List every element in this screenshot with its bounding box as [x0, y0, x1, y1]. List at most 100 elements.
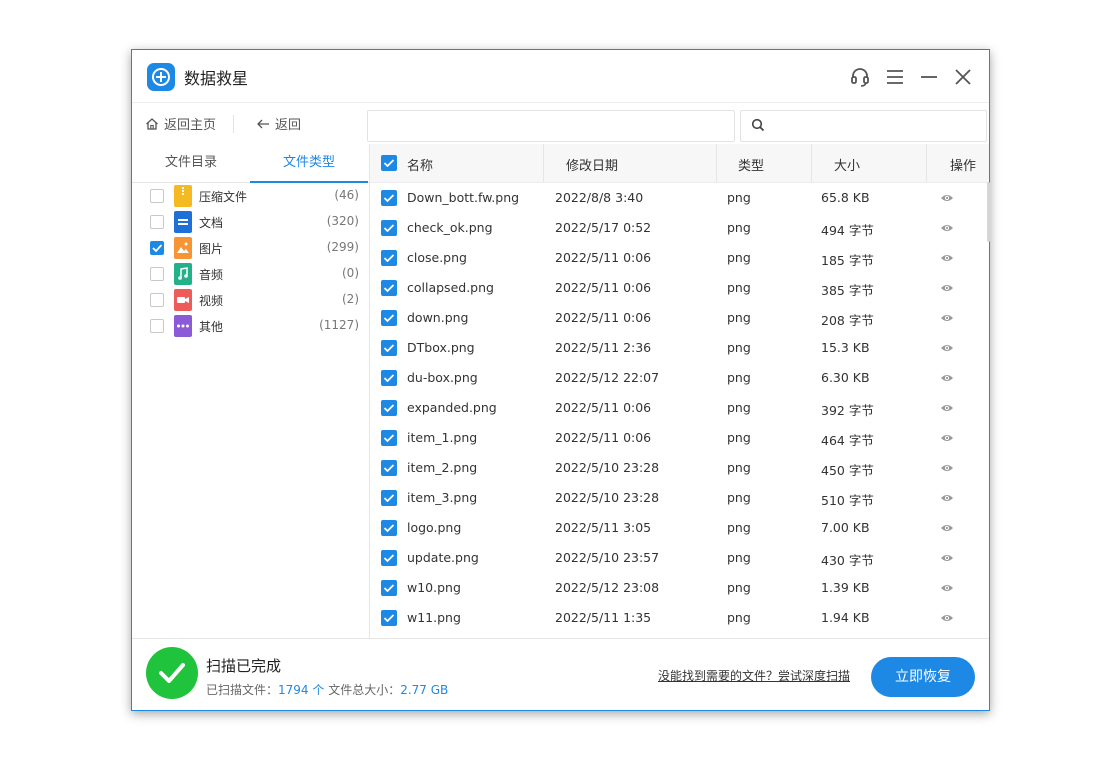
- table-row[interactable]: DTbox.png 2022/5/11 2:36 png 15.3 KB: [370, 333, 989, 363]
- preview-eye-icon[interactable]: [940, 583, 954, 593]
- file-type: png: [727, 340, 751, 355]
- table-row[interactable]: update.png 2022/5/10 23:57 png 430 字节: [370, 543, 989, 573]
- row-checkbox[interactable]: [381, 310, 397, 326]
- file-date: 2022/5/17 0:52: [555, 220, 652, 235]
- row-checkbox[interactable]: [381, 250, 397, 266]
- other-icon: [174, 315, 192, 337]
- menu-icon[interactable]: [884, 66, 906, 88]
- title-bar: 数据救星: [132, 50, 989, 102]
- recover-now-button[interactable]: 立即恢复: [871, 657, 975, 697]
- row-checkbox[interactable]: [381, 550, 397, 566]
- file-date: 2022/5/11 0:06: [555, 280, 652, 295]
- preview-eye-icon[interactable]: [940, 343, 954, 353]
- row-checkbox[interactable]: [381, 340, 397, 356]
- row-checkbox[interactable]: [381, 430, 397, 446]
- search-input[interactable]: [740, 110, 987, 142]
- table-row[interactable]: du-box.png 2022/5/12 22:07 png 6.30 KB: [370, 363, 989, 393]
- select-all-checkbox[interactable]: [381, 155, 397, 171]
- back-button[interactable]: 返回: [256, 114, 301, 133]
- file-date: 2022/5/10 23:57: [555, 550, 660, 565]
- close-icon[interactable]: [952, 66, 974, 88]
- panel-tabs: 文件目录 文件类型: [132, 144, 369, 183]
- category-other[interactable]: 其他 (1127): [132, 313, 369, 339]
- row-checkbox[interactable]: [381, 370, 397, 386]
- header-size[interactable]: 大小: [834, 155, 860, 174]
- table-row[interactable]: collapsed.png 2022/5/11 0:06 png 385 字节: [370, 273, 989, 303]
- minimize-icon[interactable]: [918, 66, 940, 88]
- category-count: (1127): [319, 318, 359, 332]
- table-row[interactable]: logo.png 2022/5/11 3:05 png 7.00 KB: [370, 513, 989, 543]
- category-image[interactable]: 图片 (299): [132, 235, 369, 261]
- row-checkbox[interactable]: [381, 220, 397, 236]
- row-checkbox[interactable]: [381, 520, 397, 536]
- category-video[interactable]: 视频 (2): [132, 287, 369, 313]
- table-row[interactable]: down.png 2022/5/11 0:06 png 208 字节: [370, 303, 989, 333]
- table-row[interactable]: item_1.png 2022/5/11 0:06 png 464 字节: [370, 423, 989, 453]
- list-scrollbar[interactable]: [987, 182, 990, 242]
- file-size: 494 字节: [821, 223, 874, 238]
- row-checkbox[interactable]: [381, 190, 397, 206]
- table-row[interactable]: item_3.png 2022/5/10 23:28 png 510 字节: [370, 483, 989, 513]
- header-date[interactable]: 修改日期: [566, 155, 618, 174]
- file-name: du-box.png: [407, 370, 478, 385]
- header-type[interactable]: 类型: [738, 155, 764, 174]
- table-row[interactable]: Down_bott.fw.png 2022/8/8 3:40 png 65.8 KB: [370, 183, 989, 213]
- preview-eye-icon[interactable]: [940, 613, 954, 623]
- tab-file-type[interactable]: 文件类型: [250, 144, 368, 183]
- row-checkbox[interactable]: [381, 580, 397, 596]
- column-divider: [811, 144, 812, 182]
- category-name: 音频: [199, 268, 224, 282]
- file-name: w11.png: [407, 610, 461, 625]
- table-row[interactable]: item_2.png 2022/5/10 23:28 png 450 字节: [370, 453, 989, 483]
- category-document[interactable]: 文档 (320): [132, 209, 369, 235]
- file-size: 450 字节: [821, 463, 874, 478]
- preview-eye-icon[interactable]: [940, 193, 954, 203]
- preview-eye-icon[interactable]: [940, 553, 954, 563]
- preview-eye-icon[interactable]: [940, 523, 954, 533]
- check-icon: [383, 554, 395, 563]
- category-checkbox[interactable]: [150, 319, 164, 333]
- table-row[interactable]: w11.png 2022/5/11 1:35 png 1.94 KB: [370, 603, 989, 633]
- file-size: 185 字节: [821, 253, 874, 268]
- preview-eye-icon[interactable]: [940, 223, 954, 233]
- toolbar: 返回主页 返回: [132, 102, 989, 145]
- category-archive[interactable]: 压缩文件 (46): [132, 183, 369, 209]
- table-row[interactable]: close.png 2022/5/11 0:06 png 185 字节: [370, 243, 989, 273]
- preview-eye-icon[interactable]: [940, 403, 954, 413]
- preview-eye-icon[interactable]: [940, 313, 954, 323]
- row-checkbox[interactable]: [381, 460, 397, 476]
- support-headset-icon[interactable]: [849, 66, 871, 88]
- row-checkbox[interactable]: [381, 490, 397, 506]
- category-checkbox[interactable]: [150, 189, 164, 203]
- row-checkbox[interactable]: [381, 280, 397, 296]
- check-icon: [383, 254, 395, 263]
- check-icon: [383, 404, 395, 413]
- preview-eye-icon[interactable]: [940, 283, 954, 293]
- preview-eye-icon[interactable]: [940, 493, 954, 503]
- file-date: 2022/5/10 23:28: [555, 460, 660, 475]
- row-checkbox[interactable]: [381, 400, 397, 416]
- preview-eye-icon[interactable]: [940, 253, 954, 263]
- category-audio[interactable]: 音频 (0): [132, 261, 369, 287]
- app-logo-icon: [147, 63, 175, 91]
- category-checkbox[interactable]: [150, 215, 164, 229]
- tab-file-directory[interactable]: 文件目录: [132, 144, 250, 182]
- category-checkbox[interactable]: [150, 267, 164, 281]
- category-checkbox-checked[interactable]: [150, 241, 164, 255]
- table-row[interactable]: w10.png 2022/5/12 23:08 png 1.39 KB: [370, 573, 989, 603]
- row-checkbox[interactable]: [381, 610, 397, 626]
- header-name[interactable]: 名称: [407, 155, 433, 174]
- file-date: 2022/5/11 0:06: [555, 400, 652, 415]
- category-checkbox[interactable]: [150, 293, 164, 307]
- file-size: 15.3 KB: [821, 340, 870, 355]
- path-input[interactable]: [367, 110, 735, 142]
- preview-eye-icon[interactable]: [940, 373, 954, 383]
- deep-scan-link[interactable]: 没能找到需要的文件？尝试深度扫描: [658, 667, 850, 684]
- preview-eye-icon[interactable]: [940, 463, 954, 473]
- preview-eye-icon[interactable]: [940, 433, 954, 443]
- home-icon: [146, 117, 158, 130]
- table-row[interactable]: expanded.png 2022/5/11 0:06 png 392 字节: [370, 393, 989, 423]
- table-row[interactable]: check_ok.png 2022/5/17 0:52 png 494 字节: [370, 213, 989, 243]
- home-button[interactable]: 返回主页: [145, 114, 216, 133]
- video-icon: [174, 289, 192, 311]
